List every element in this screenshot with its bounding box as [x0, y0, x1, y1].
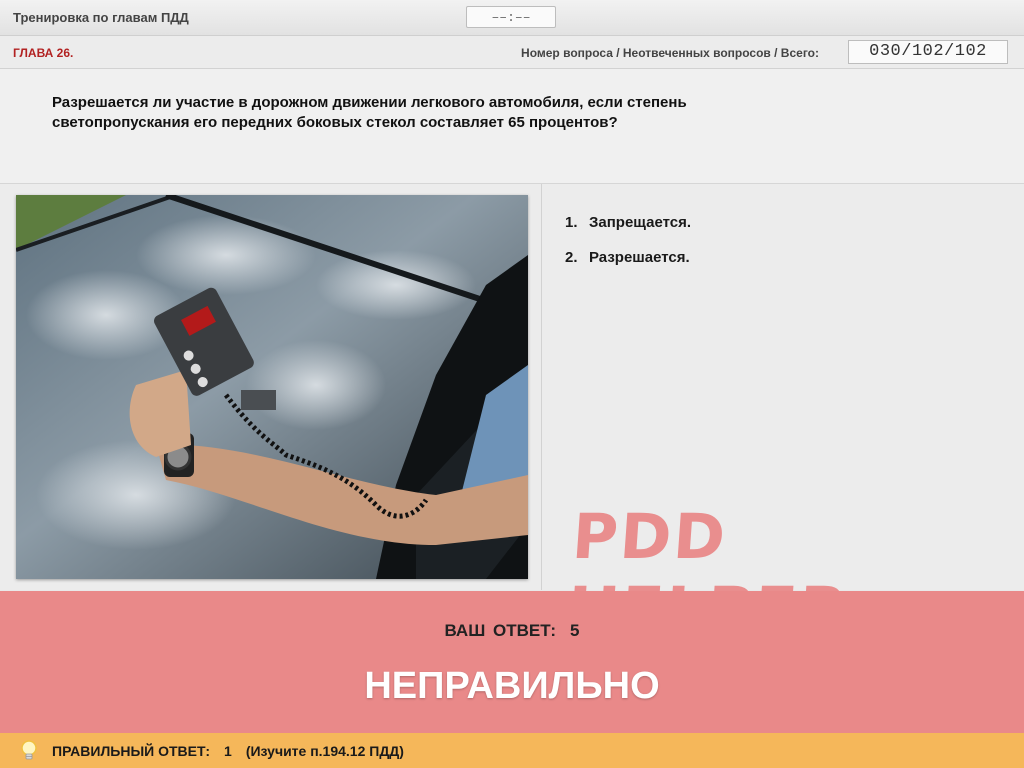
answer-option-1[interactable]: 1. Запрещается. — [565, 214, 691, 231]
correct-answer-label: ПРАВИЛЬНЫЙ ОТВЕТ: — [52, 743, 211, 759]
result-panel: ВАШ ОТВЕТ: 5 НЕПРАВИЛЬНО — [0, 591, 1024, 733]
chapter-label: ГЛАВА 26. — [13, 46, 74, 60]
your-answer: ВАШ ОТВЕТ: 5 — [0, 621, 1024, 641]
content-area: 1. Запрещается. 2. Разрешается. PDD HELP… — [0, 184, 1024, 646]
top-bar: Тренировка по главам ПДД ––:–– — [0, 0, 1024, 36]
question-photo — [16, 195, 528, 579]
answer-label: Запрещается. — [589, 214, 692, 231]
question-counter: 030/102/102 — [848, 40, 1008, 64]
correct-answer-text: ПРАВИЛЬНЫЙ ОТВЕТ: 1 (Изучите п.194.12 ПДД) — [52, 743, 404, 759]
your-answer-value: 5 — [570, 621, 580, 640]
answer-label: Разрешается. — [589, 249, 690, 266]
answer-number: 1. — [565, 214, 578, 231]
app-title: Тренировка по главам ПДД — [13, 10, 189, 25]
question-counter-label: Номер вопроса / Неотвеченных вопросов / … — [521, 46, 819, 60]
timer-display: ––:–– — [466, 6, 556, 28]
lightbulb-icon — [18, 739, 40, 763]
question-text: Разрешается ли участие в дорожном движен… — [52, 94, 687, 131]
answer-option-2[interactable]: 2. Разрешается. — [565, 249, 691, 266]
image-panel — [0, 184, 542, 590]
status-bar: ГЛАВА 26. Номер вопроса / Неотвеченных в… — [0, 36, 1024, 69]
question-panel: Разрешается ли участие в дорожном движен… — [0, 69, 1024, 184]
your-answer-label: ВАШ ОТВЕТ: — [444, 621, 557, 640]
correct-answer-bar: ПРАВИЛЬНЫЙ ОТВЕТ: 1 (Изучите п.194.12 ПДД) — [0, 733, 1024, 768]
verdict-text: НЕПРАВИЛЬНО — [364, 665, 660, 707]
answer-number: 2. — [565, 249, 578, 266]
correct-answer-value: 1 — [224, 743, 232, 759]
study-hint: (Изучите п.194.12 ПДД) — [245, 743, 404, 759]
answer-list: 1. Запрещается. 2. Разрешается. — [565, 214, 691, 284]
tint-meter-photo — [16, 195, 528, 579]
